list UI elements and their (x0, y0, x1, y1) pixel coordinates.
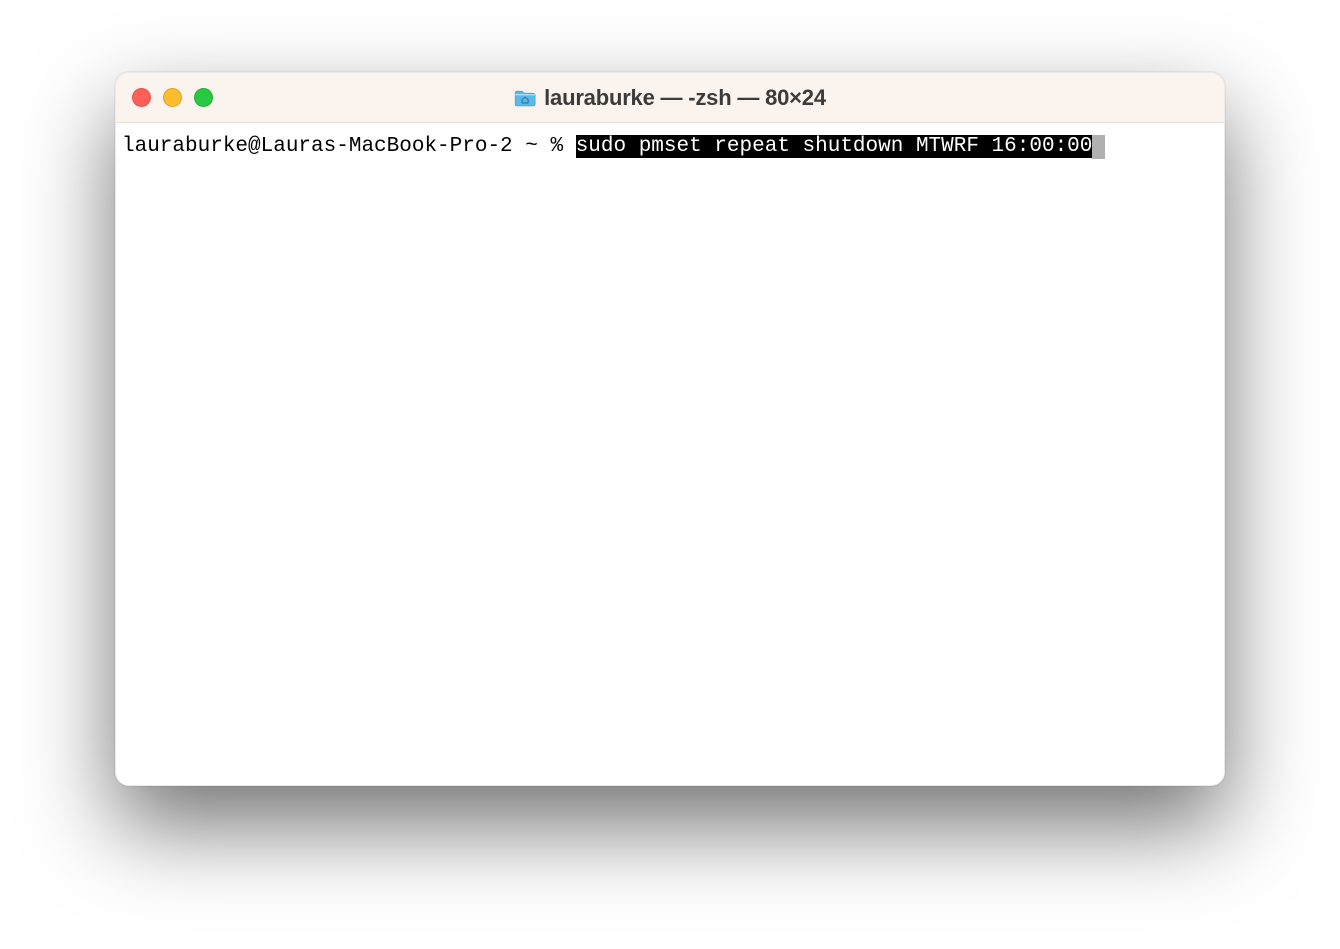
window-titlebar[interactable]: lauraburke — -zsh — 80×24 (116, 73, 1224, 123)
terminal-window: lauraburke — -zsh — 80×24 lauraburke@Lau… (115, 72, 1225, 786)
zoom-button[interactable] (194, 88, 213, 107)
home-folder-icon (514, 89, 536, 107)
terminal-body[interactable]: lauraburke@Lauras-MacBook-Pro-2 ~ % sudo… (116, 123, 1224, 785)
terminal-cursor (1092, 135, 1105, 159)
minimize-button[interactable] (163, 88, 182, 107)
terminal-line: lauraburke@Lauras-MacBook-Pro-2 ~ % sudo… (122, 135, 1105, 158)
close-button[interactable] (132, 88, 151, 107)
window-title: lauraburke — -zsh — 80×24 (544, 85, 826, 111)
shell-prompt: lauraburke@Lauras-MacBook-Pro-2 ~ % (122, 135, 576, 158)
traffic-lights (132, 88, 213, 107)
window-title-group: lauraburke — -zsh — 80×24 (514, 85, 826, 111)
command-input-selected[interactable]: sudo pmset repeat shutdown MTWRF 16:00:0… (576, 135, 1093, 158)
